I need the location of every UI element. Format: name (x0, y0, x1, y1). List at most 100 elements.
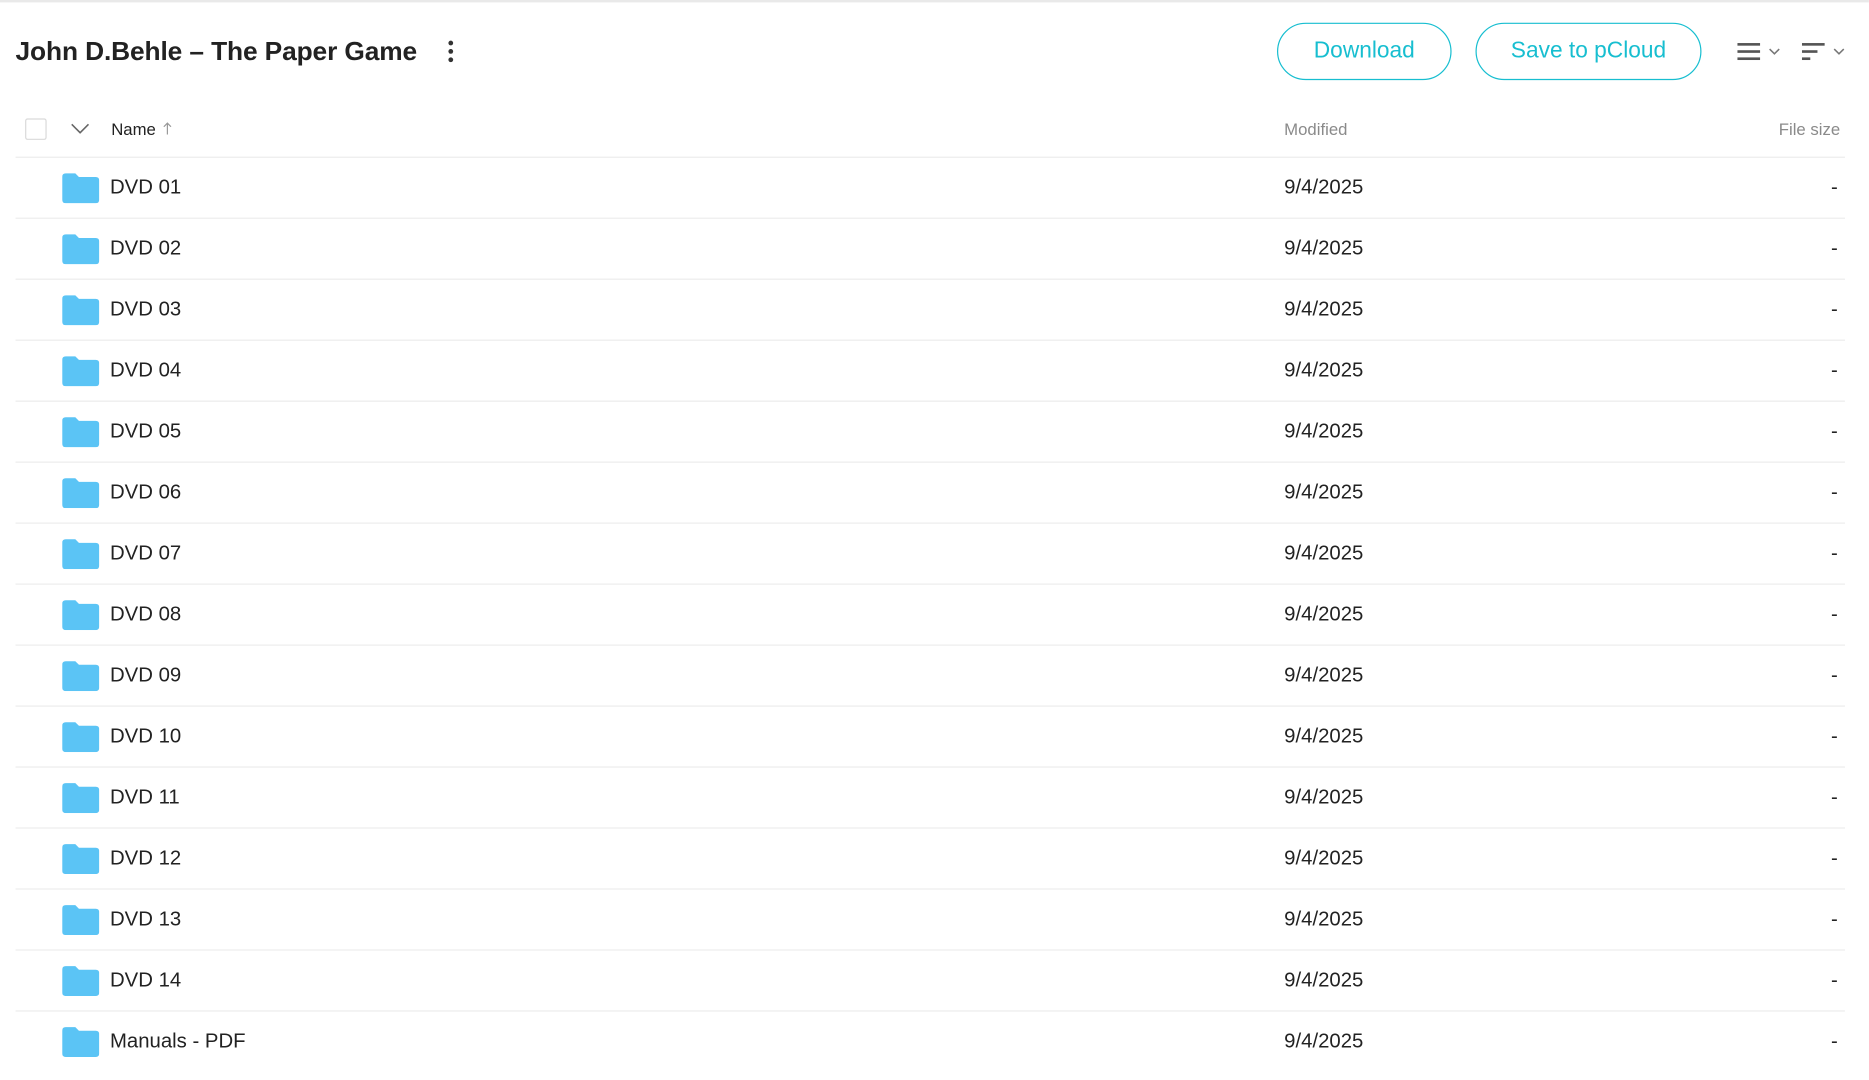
row-name: DVD 03 (110, 297, 182, 321)
row-size: - (1831, 602, 1838, 626)
table-row[interactable]: DVD 10 9/4/2025 - (15, 707, 1845, 768)
row-size: - (1831, 175, 1838, 199)
row-size: - (1831, 968, 1838, 992)
folder-icon (62, 356, 100, 387)
table-row[interactable]: DVD 14 9/4/2025 - (15, 951, 1845, 1012)
page-title: John D.Behle – The Paper Game (15, 35, 418, 66)
table-row[interactable]: DVD 13 9/4/2025 - (15, 890, 1845, 951)
row-modified: 9/4/2025 (1284, 846, 1364, 870)
folder-icon (62, 600, 100, 631)
table-row[interactable]: DVD 08 9/4/2025 - (15, 585, 1845, 646)
column-name-label: Name (111, 118, 156, 139)
select-all-checkbox[interactable] (25, 117, 47, 140)
row-size: - (1831, 663, 1838, 687)
folder-icon (62, 234, 100, 265)
download-button[interactable]: Download (1277, 22, 1452, 81)
row-name: DVD 12 (110, 846, 182, 870)
row-modified: 9/4/2025 (1284, 236, 1364, 260)
table-row[interactable]: DVD 07 9/4/2025 - (15, 524, 1845, 585)
table-row[interactable]: DVD 11 9/4/2025 - (15, 768, 1845, 829)
row-name: DVD 11 (110, 785, 180, 809)
table-row[interactable]: DVD 09 9/4/2025 - (15, 646, 1845, 707)
folder-icon (62, 722, 100, 753)
selection-menu-button[interactable] (71, 120, 93, 137)
file-list: DVD 01 9/4/2025 - DVD 02 9/4/2025 - DVD … (15, 158, 1845, 1072)
row-name: DVD 04 (110, 358, 182, 382)
row-modified: 9/4/2025 (1284, 1029, 1364, 1053)
row-modified: 9/4/2025 (1284, 297, 1364, 321)
row-name: DVD 10 (110, 724, 182, 748)
arrow-up-icon (163, 122, 173, 135)
row-size: - (1831, 419, 1838, 443)
view-mode-toggle[interactable] (1737, 42, 1780, 61)
row-modified: 9/4/2025 (1284, 663, 1364, 687)
sort-lines-icon (1801, 43, 1825, 61)
row-name: DVD 09 (110, 663, 182, 687)
row-name: DVD 05 (110, 419, 182, 443)
column-header-name[interactable]: Name (111, 119, 172, 138)
row-name: DVD 01 (110, 175, 182, 199)
chevron-down-icon (1769, 48, 1780, 55)
row-name: DVD 06 (110, 480, 182, 504)
row-size: - (1831, 785, 1838, 809)
save-to-pcloud-button[interactable]: Save to pCloud (1475, 22, 1702, 81)
table-row[interactable]: DVD 05 9/4/2025 - (15, 402, 1845, 463)
row-name: Manuals - PDF (110, 1029, 246, 1053)
row-modified: 9/4/2025 (1284, 175, 1364, 199)
row-size: - (1831, 358, 1838, 382)
more-options-button[interactable] (436, 37, 465, 66)
table-header: Name Modified File size (15, 100, 1845, 158)
folder-icon (62, 417, 100, 448)
table-row[interactable]: DVD 02 9/4/2025 - (15, 219, 1845, 280)
row-modified: 9/4/2025 (1284, 968, 1364, 992)
row-size: - (1831, 724, 1838, 748)
top-divider (0, 0, 1869, 3)
row-modified: 9/4/2025 (1284, 480, 1364, 504)
folder-icon (62, 173, 100, 204)
page: John D.Behle – The Paper Game Download S… (0, 0, 1869, 1079)
row-modified: 9/4/2025 (1284, 724, 1364, 748)
folder-icon (62, 1027, 100, 1057)
row-modified: 9/4/2025 (1284, 541, 1364, 565)
column-header-file-size[interactable]: File size (1779, 119, 1840, 138)
row-modified: 9/4/2025 (1284, 358, 1364, 382)
header-bar: John D.Behle – The Paper Game Download S… (16, 20, 1845, 82)
row-modified: 9/4/2025 (1284, 602, 1364, 626)
folder-icon (62, 966, 100, 997)
chevron-down-icon (71, 123, 90, 134)
row-modified: 9/4/2025 (1284, 419, 1364, 443)
folder-icon (62, 844, 100, 875)
list-view-icon (1737, 43, 1761, 61)
folder-icon (62, 905, 100, 936)
file-browser: John D.Behle – The Paper Game Download S… (0, 0, 1869, 1080)
row-size: - (1831, 541, 1838, 565)
folder-icon (62, 783, 100, 814)
more-vertical-icon (448, 40, 453, 63)
chevron-down-icon (1833, 48, 1845, 55)
table-row[interactable]: DVD 06 9/4/2025 - (15, 463, 1845, 524)
folder-icon (62, 295, 100, 326)
row-modified: 9/4/2025 (1284, 785, 1364, 809)
row-name: DVD 08 (110, 602, 182, 626)
row-size: - (1831, 1029, 1838, 1053)
row-name: DVD 14 (110, 968, 182, 992)
row-size: - (1831, 297, 1838, 321)
row-name: DVD 02 (110, 236, 182, 260)
row-name: DVD 13 (110, 907, 182, 931)
row-size: - (1831, 236, 1838, 260)
table-row[interactable]: DVD 01 9/4/2025 - (15, 158, 1845, 219)
table-row[interactable]: Manuals - PDF 9/4/2025 - (16, 1012, 1845, 1072)
row-modified: 9/4/2025 (1284, 907, 1364, 931)
row-size: - (1831, 907, 1838, 931)
sort-toggle[interactable] (1801, 42, 1845, 61)
folder-icon (62, 539, 100, 570)
table-row[interactable]: DVD 04 9/4/2025 - (15, 341, 1845, 402)
row-size: - (1831, 846, 1838, 870)
folder-icon (62, 478, 100, 509)
table-row[interactable]: DVD 12 9/4/2025 - (15, 829, 1845, 890)
table-row[interactable]: DVD 03 9/4/2025 - (15, 280, 1845, 341)
folder-icon (62, 661, 100, 692)
row-name: DVD 07 (110, 541, 182, 565)
row-size: - (1831, 480, 1838, 504)
column-header-modified[interactable]: Modified (1284, 119, 1347, 138)
